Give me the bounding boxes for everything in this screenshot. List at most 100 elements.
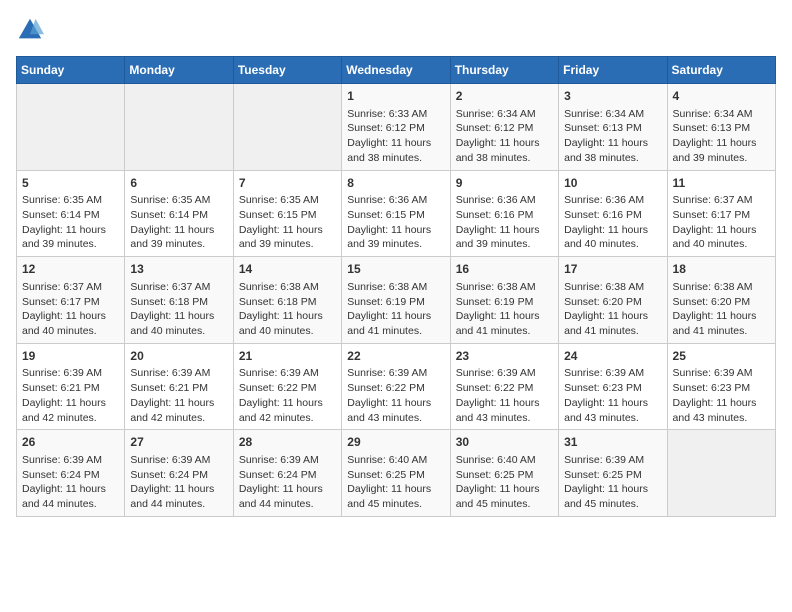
calendar-cell: 7Sunrise: 6:35 AMSunset: 6:15 PMDaylight… <box>233 170 341 257</box>
day-info: Daylight: 11 hours and 41 minutes. <box>564 309 661 338</box>
day-info: Sunset: 6:23 PM <box>673 381 770 396</box>
day-info: Sunrise: 6:39 AM <box>564 366 661 381</box>
day-number: 30 <box>456 434 553 451</box>
calendar-cell: 10Sunrise: 6:36 AMSunset: 6:16 PMDayligh… <box>559 170 667 257</box>
day-info: Daylight: 11 hours and 43 minutes. <box>347 396 444 425</box>
day-info: Sunrise: 6:36 AM <box>564 193 661 208</box>
day-info: Sunset: 6:19 PM <box>456 295 553 310</box>
calendar-cell: 23Sunrise: 6:39 AMSunset: 6:22 PMDayligh… <box>450 343 558 430</box>
day-info: Daylight: 11 hours and 45 minutes. <box>456 482 553 511</box>
day-info: Daylight: 11 hours and 40 minutes. <box>564 223 661 252</box>
day-info: Sunset: 6:14 PM <box>22 208 119 223</box>
day-info: Daylight: 11 hours and 40 minutes. <box>22 309 119 338</box>
day-info: Sunrise: 6:34 AM <box>673 107 770 122</box>
day-info: Daylight: 11 hours and 45 minutes. <box>347 482 444 511</box>
day-info: Sunset: 6:13 PM <box>673 121 770 136</box>
day-info: Sunrise: 6:37 AM <box>22 280 119 295</box>
day-info: Sunset: 6:16 PM <box>564 208 661 223</box>
day-info: Sunrise: 6:39 AM <box>22 366 119 381</box>
calendar-cell: 20Sunrise: 6:39 AMSunset: 6:21 PMDayligh… <box>125 343 233 430</box>
day-info: Sunrise: 6:34 AM <box>564 107 661 122</box>
week-row-4: 19Sunrise: 6:39 AMSunset: 6:21 PMDayligh… <box>17 343 776 430</box>
calendar-cell: 25Sunrise: 6:39 AMSunset: 6:23 PMDayligh… <box>667 343 775 430</box>
day-number: 11 <box>673 175 770 192</box>
day-info: Daylight: 11 hours and 38 minutes. <box>347 136 444 165</box>
day-info: Sunset: 6:24 PM <box>130 468 227 483</box>
dow-saturday: Saturday <box>667 57 775 84</box>
calendar: SundayMondayTuesdayWednesdayThursdayFrid… <box>16 56 776 517</box>
calendar-cell: 1Sunrise: 6:33 AMSunset: 6:12 PMDaylight… <box>342 84 450 171</box>
logo-icon <box>16 16 44 44</box>
day-info: Sunset: 6:20 PM <box>673 295 770 310</box>
day-number: 31 <box>564 434 661 451</box>
day-info: Daylight: 11 hours and 39 minutes. <box>673 136 770 165</box>
calendar-cell: 3Sunrise: 6:34 AMSunset: 6:13 PMDaylight… <box>559 84 667 171</box>
day-info: Sunrise: 6:40 AM <box>347 453 444 468</box>
page-header <box>16 16 776 44</box>
day-info: Sunrise: 6:38 AM <box>456 280 553 295</box>
day-info: Daylight: 11 hours and 42 minutes. <box>130 396 227 425</box>
day-info: Daylight: 11 hours and 42 minutes. <box>22 396 119 425</box>
day-info: Sunset: 6:21 PM <box>130 381 227 396</box>
day-info: Daylight: 11 hours and 41 minutes. <box>456 309 553 338</box>
day-info: Daylight: 11 hours and 40 minutes. <box>673 223 770 252</box>
day-number: 25 <box>673 348 770 365</box>
day-info: Sunset: 6:19 PM <box>347 295 444 310</box>
day-info: Sunset: 6:17 PM <box>22 295 119 310</box>
calendar-cell: 5Sunrise: 6:35 AMSunset: 6:14 PMDaylight… <box>17 170 125 257</box>
day-info: Daylight: 11 hours and 44 minutes. <box>130 482 227 511</box>
day-number: 23 <box>456 348 553 365</box>
day-info: Sunrise: 6:39 AM <box>456 366 553 381</box>
day-number: 20 <box>130 348 227 365</box>
calendar-cell: 15Sunrise: 6:38 AMSunset: 6:19 PMDayligh… <box>342 257 450 344</box>
day-number: 8 <box>347 175 444 192</box>
day-number: 26 <box>22 434 119 451</box>
calendar-cell: 21Sunrise: 6:39 AMSunset: 6:22 PMDayligh… <box>233 343 341 430</box>
calendar-cell: 9Sunrise: 6:36 AMSunset: 6:16 PMDaylight… <box>450 170 558 257</box>
day-info: Daylight: 11 hours and 43 minutes. <box>673 396 770 425</box>
day-info: Daylight: 11 hours and 38 minutes. <box>564 136 661 165</box>
day-info: Sunrise: 6:35 AM <box>22 193 119 208</box>
day-number: 28 <box>239 434 336 451</box>
calendar-cell <box>667 430 775 517</box>
day-number: 9 <box>456 175 553 192</box>
day-info: Sunset: 6:24 PM <box>22 468 119 483</box>
day-number: 16 <box>456 261 553 278</box>
day-number: 13 <box>130 261 227 278</box>
day-info: Daylight: 11 hours and 44 minutes. <box>22 482 119 511</box>
dow-tuesday: Tuesday <box>233 57 341 84</box>
day-info: Sunset: 6:21 PM <box>22 381 119 396</box>
day-info: Sunrise: 6:39 AM <box>239 366 336 381</box>
day-info: Daylight: 11 hours and 39 minutes. <box>239 223 336 252</box>
week-row-5: 26Sunrise: 6:39 AMSunset: 6:24 PMDayligh… <box>17 430 776 517</box>
calendar-cell <box>233 84 341 171</box>
day-number: 6 <box>130 175 227 192</box>
day-info: Sunrise: 6:37 AM <box>673 193 770 208</box>
day-number: 10 <box>564 175 661 192</box>
day-number: 3 <box>564 88 661 105</box>
day-info: Sunrise: 6:34 AM <box>456 107 553 122</box>
week-row-2: 5Sunrise: 6:35 AMSunset: 6:14 PMDaylight… <box>17 170 776 257</box>
calendar-cell: 6Sunrise: 6:35 AMSunset: 6:14 PMDaylight… <box>125 170 233 257</box>
day-info: Sunset: 6:22 PM <box>239 381 336 396</box>
day-info: Daylight: 11 hours and 45 minutes. <box>564 482 661 511</box>
day-info: Sunrise: 6:39 AM <box>130 366 227 381</box>
calendar-cell: 27 Sunrise: 6:39 AMSunset: 6:24 PMDayligh… <box>125 430 233 517</box>
day-number: 27 <box>130 434 227 451</box>
day-info: Sunset: 6:18 PM <box>130 295 227 310</box>
day-number: 18 <box>673 261 770 278</box>
calendar-cell: 29Sunrise: 6:40 AMSunset: 6:25 PMDayligh… <box>342 430 450 517</box>
day-info: Daylight: 11 hours and 43 minutes. <box>456 396 553 425</box>
calendar-cell: 19Sunrise: 6:39 AMSunset: 6:21 PMDayligh… <box>17 343 125 430</box>
day-info: Sunrise: 6:39 AM <box>130 453 227 468</box>
day-info: Sunset: 6:22 PM <box>347 381 444 396</box>
calendar-cell: 31Sunrise: 6:39 AMSunset: 6:25 PMDayligh… <box>559 430 667 517</box>
calendar-cell: 28Sunrise: 6:39 AMSunset: 6:24 PMDayligh… <box>233 430 341 517</box>
logo <box>16 16 48 44</box>
day-info: Sunrise: 6:36 AM <box>456 193 553 208</box>
day-info: Sunset: 6:20 PM <box>564 295 661 310</box>
day-info: Sunrise: 6:39 AM <box>347 366 444 381</box>
day-number: 12 <box>22 261 119 278</box>
calendar-cell: 13Sunrise: 6:37 AMSunset: 6:18 PMDayligh… <box>125 257 233 344</box>
day-info: Sunset: 6:15 PM <box>239 208 336 223</box>
